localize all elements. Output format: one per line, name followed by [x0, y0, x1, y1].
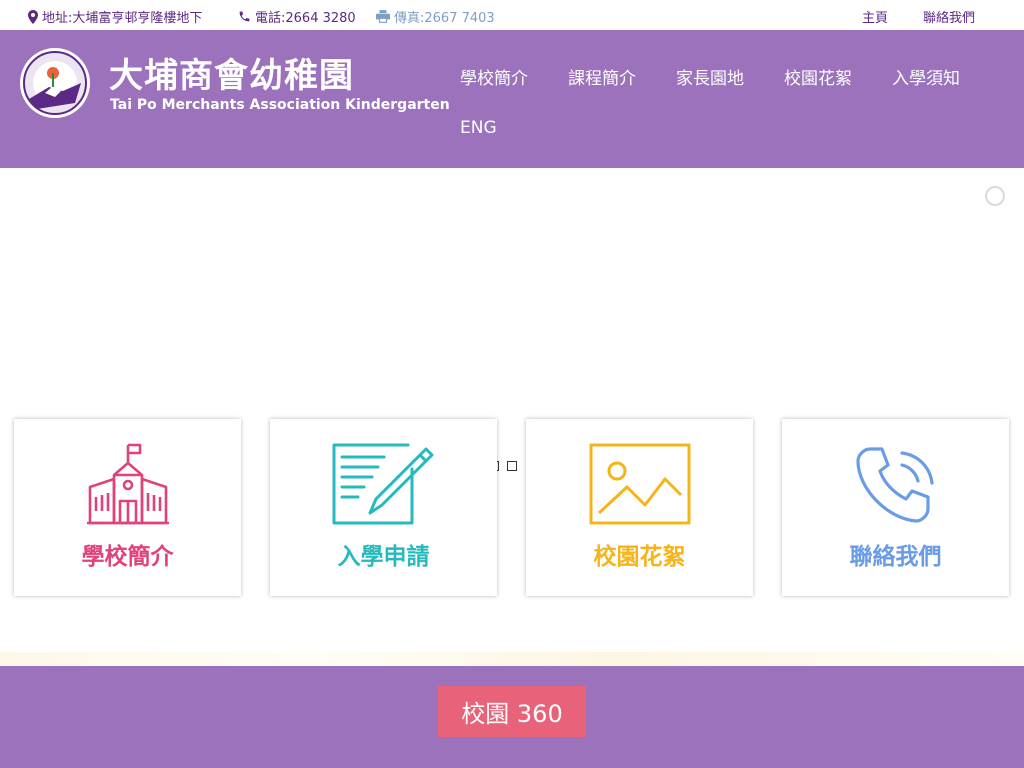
decorative-strip — [0, 652, 1024, 666]
card-label: 聯絡我們 — [849, 544, 942, 570]
fax-info: 傳真:2667 7403 — [376, 7, 495, 26]
phone-icon — [855, 447, 934, 523]
nav-english[interactable]: ENG — [460, 118, 497, 138]
footer-bar: 校園 360 — [0, 666, 1024, 768]
document-pen-icon — [332, 443, 433, 525]
card-label: 入學申請 — [337, 544, 430, 570]
school-building-icon — [86, 443, 169, 525]
card-admission-application[interactable]: 入學申請 — [270, 419, 497, 596]
slider-dot[interactable] — [507, 461, 517, 471]
loading-spinner — [985, 186, 1005, 206]
printer-icon — [376, 10, 390, 23]
card-school-intro[interactable]: 學校簡介 — [14, 419, 241, 596]
map-pin-icon — [28, 9, 38, 24]
card-label: 校園花絮 — [593, 544, 686, 570]
nav-parents-corner[interactable]: 家長園地 — [676, 64, 744, 89]
phone-info: 電話:2664 3280 — [238, 7, 356, 26]
phone-icon — [239, 11, 250, 22]
home-link[interactable]: 主頁 — [862, 7, 888, 26]
top-info-bar: 地址:大埔富亨邨亨隆樓地下 電話:2664 3280 傳真:2667 7403 … — [0, 0, 1024, 30]
campus-360-button[interactable]: 校園 360 — [438, 686, 586, 737]
nav-admission-notes[interactable]: 入學須知 — [892, 64, 960, 89]
fax-text: 傳真:2667 7403 — [394, 11, 495, 26]
contact-link[interactable]: 聯絡我們 — [923, 7, 975, 26]
nav-campus-gallery[interactable]: 校園花絮 — [784, 64, 852, 89]
card-label: 學校簡介 — [81, 544, 174, 570]
address-info: 地址:大埔富亨邨亨隆樓地下 — [28, 7, 202, 26]
picture-icon — [589, 443, 690, 525]
school-name-english[interactable]: Tai Po Merchants Association Kindergarte… — [110, 97, 450, 113]
slider-pagination — [495, 461, 517, 471]
card-campus-gallery[interactable]: 校園花絮 — [526, 419, 753, 596]
school-name-chinese[interactable]: 大埔商會幼稚園 — [109, 48, 354, 97]
card-contact-us[interactable]: 聯絡我們 — [782, 419, 1009, 596]
nav-school-intro[interactable]: 學校簡介 — [460, 64, 528, 89]
school-logo-icon[interactable] — [15, 47, 95, 119]
site-header: 大埔商會幼稚園 Tai Po Merchants Association Kin… — [0, 30, 1024, 168]
phone-text: 電話:2664 3280 — [255, 11, 356, 26]
address-text: 地址:大埔富亨邨亨隆樓地下 — [42, 11, 203, 26]
nav-curriculum[interactable]: 課程簡介 — [568, 64, 636, 89]
